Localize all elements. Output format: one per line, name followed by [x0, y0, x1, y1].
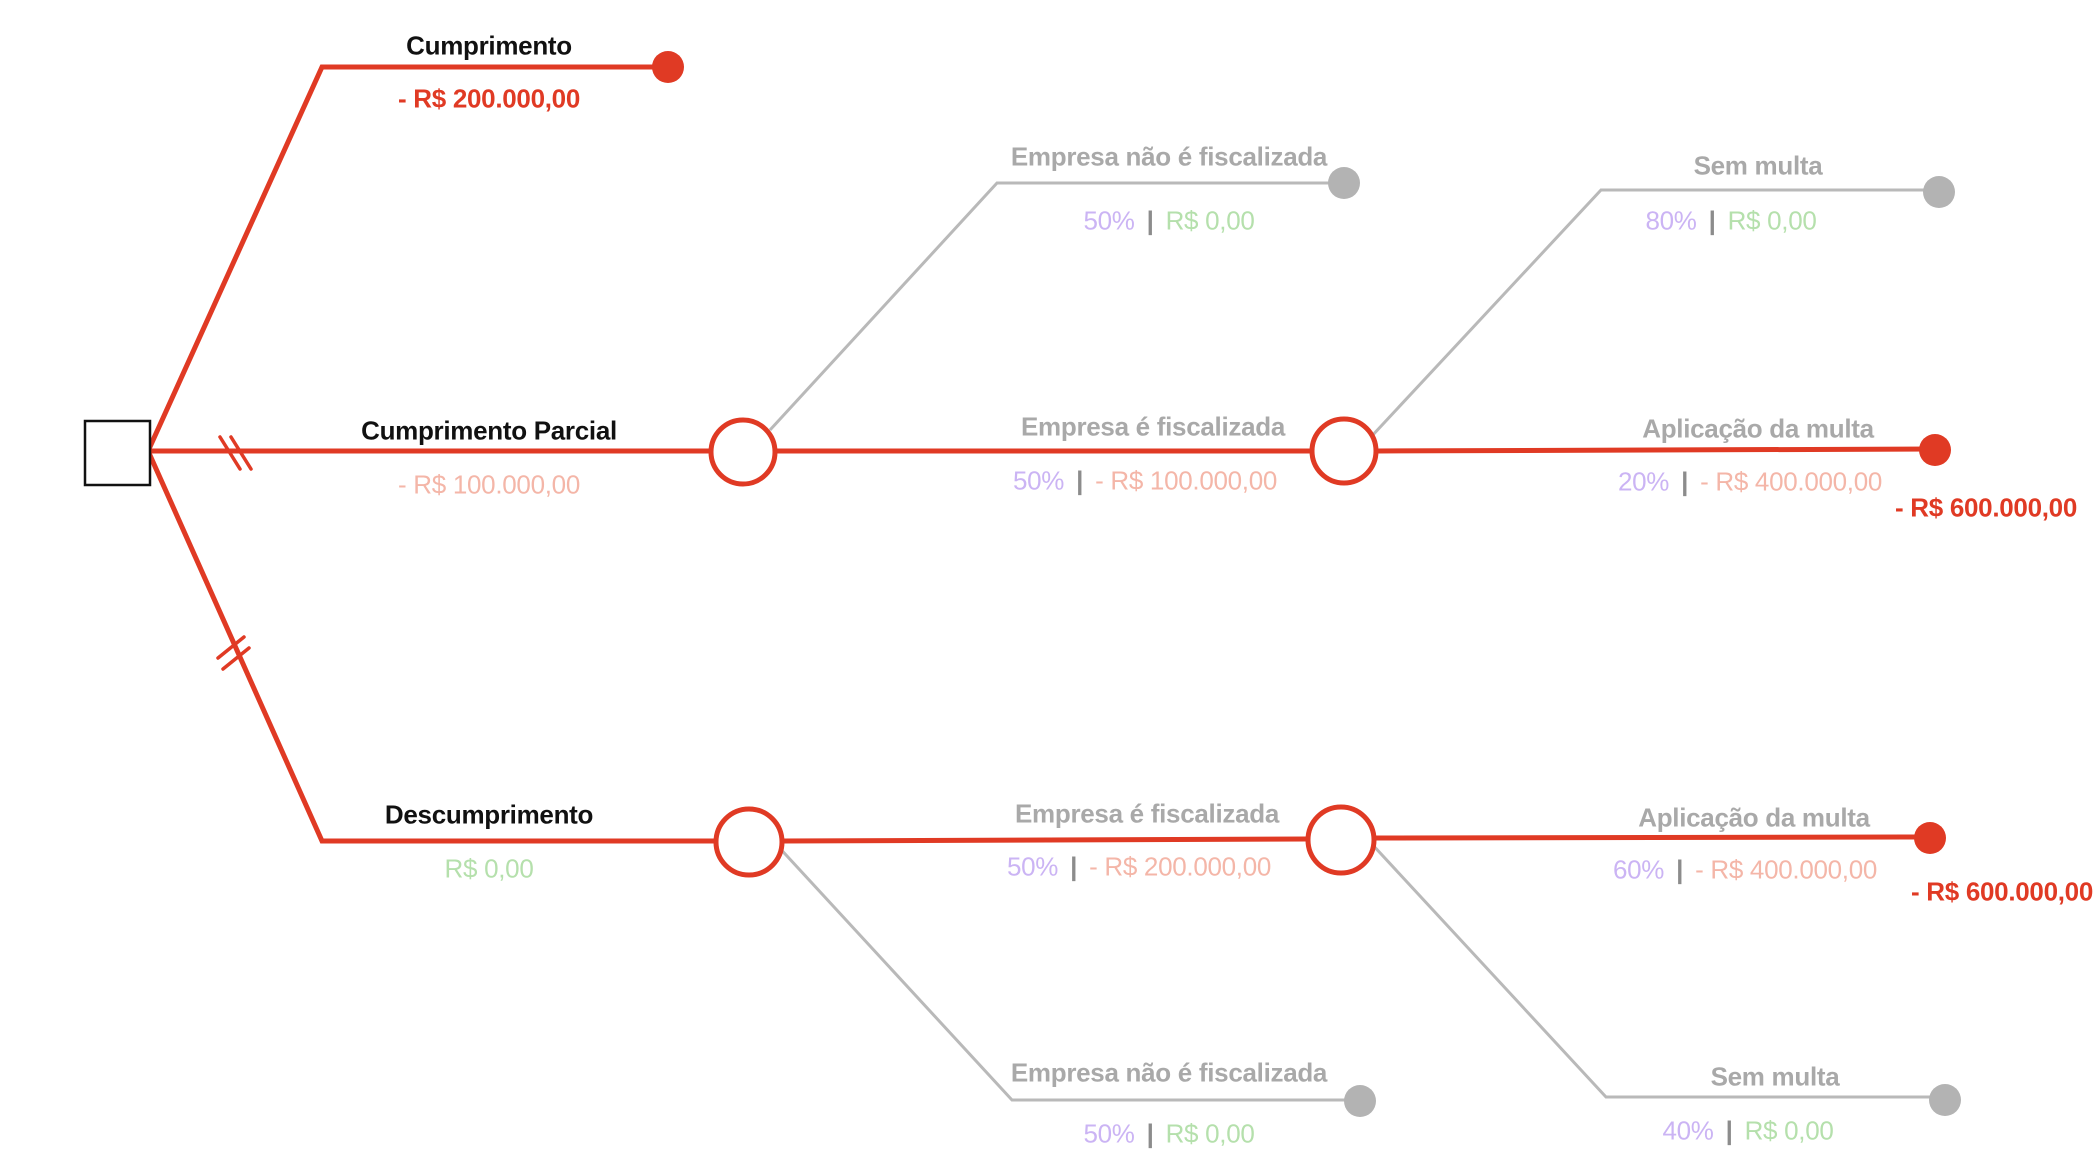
probability: 60% [1612, 854, 1665, 885]
event-label-partial-fine: Aplicação da multa [1642, 413, 1874, 444]
separator: | [1146, 205, 1154, 236]
payoff: R$ 0,00 [1165, 205, 1255, 236]
branch-noncompliance-inspected [782, 836, 1308, 844]
terminal-node-noncompliance-fine [1914, 822, 1946, 854]
probability: 80% [1645, 205, 1697, 236]
chance-node-partial-inspection [708, 417, 778, 487]
option-label-compliance: Cumprimento [406, 30, 572, 61]
event-label-noncompliance-no-fine: Sem multa [1710, 1061, 1840, 1092]
total-partial: - R$ 600.000,00 [1895, 492, 2077, 523]
probability: 50% [1012, 465, 1065, 496]
payoff: R$ 0,00 [1744, 1115, 1834, 1146]
event-label-partial-inspected: Empresa é fiscalizada [1021, 411, 1285, 442]
probability: 40% [1662, 1115, 1714, 1146]
payoff: - R$ 400.000,00 [1700, 466, 1883, 497]
separator: | [1070, 851, 1078, 882]
separator: | [1676, 854, 1684, 885]
terminal-node-noncompliance-not-inspected [1344, 1085, 1376, 1117]
chance-node-noncompliance-fine [1305, 804, 1377, 876]
event-values-partial-fine: 20% | - R$ 400.000,00 [1618, 467, 1882, 498]
event-values-noncompliance-no-fine: 40% | R$ 0,00 [1662, 1116, 1833, 1147]
probability: 50% [1083, 205, 1135, 236]
option-value-partial: - R$ 100.000,00 [398, 469, 580, 500]
branch-partial-fine [1376, 446, 1936, 454]
probability: 50% [1083, 1118, 1135, 1149]
separator: | [1681, 466, 1689, 497]
separator: | [1076, 465, 1084, 496]
payoff: - R$ 400.000,00 [1695, 854, 1878, 885]
decision-node [83, 419, 152, 487]
event-values-noncompliance-inspected: 50% | - R$ 200.000,00 [1007, 852, 1271, 883]
terminal-node-noncompliance-no-fine [1929, 1084, 1961, 1116]
terminal-node-partial-not-inspected [1328, 167, 1360, 199]
branch-noncompliance-fine [1374, 834, 1931, 841]
event-values-noncompliance-fine: 60% | - R$ 400.000,00 [1613, 855, 1877, 886]
option-label-partial: Cumprimento Parcial [361, 415, 617, 446]
probability: 50% [1006, 851, 1059, 882]
event-values-partial-not-inspected: 50% | R$ 0,00 [1083, 206, 1254, 237]
event-label-noncompliance-not-inspected: Empresa não é fiscalizada [1010, 1057, 1328, 1088]
event-label-partial-not-inspected: Empresa não é fiscalizada [1010, 141, 1328, 172]
terminal-node-compliance [652, 51, 684, 83]
branch-compliance [146, 64, 668, 451]
payoff: - R$ 100.000,00 [1095, 465, 1278, 496]
event-label-noncompliance-fine: Aplicação da multa [1638, 802, 1870, 833]
total-noncompliance: - R$ 600.000,00 [1911, 876, 2093, 907]
event-label-noncompliance-inspected: Empresa é fiscalizada [1015, 798, 1279, 829]
probability: 20% [1617, 466, 1670, 497]
event-values-partial-inspected: 50% | - R$ 100.000,00 [1013, 466, 1277, 497]
option-value-noncompliance: R$ 0,00 [444, 853, 534, 884]
event-label-partial-no-fine: Sem multa [1693, 150, 1823, 181]
separator: | [1146, 1118, 1154, 1149]
separator: | [1725, 1115, 1733, 1146]
payoff: R$ 0,00 [1727, 205, 1817, 236]
chance-node-noncompliance-inspection [713, 806, 785, 878]
separator: | [1708, 205, 1716, 236]
payoff: - R$ 200.000,00 [1089, 851, 1272, 882]
chance-node-partial-fine [1309, 416, 1379, 486]
option-label-noncompliance: Descumprimento [384, 799, 594, 830]
event-values-noncompliance-not-inspected: 50% | R$ 0,00 [1083, 1119, 1254, 1150]
terminal-node-partial-no-fine [1923, 176, 1955, 208]
option-value-compliance: - R$ 200.000,00 [398, 83, 580, 114]
payoff: R$ 0,00 [1165, 1118, 1255, 1149]
event-values-partial-no-fine: 80% | R$ 0,00 [1645, 206, 1816, 237]
terminal-node-partial-fine [1919, 434, 1951, 466]
